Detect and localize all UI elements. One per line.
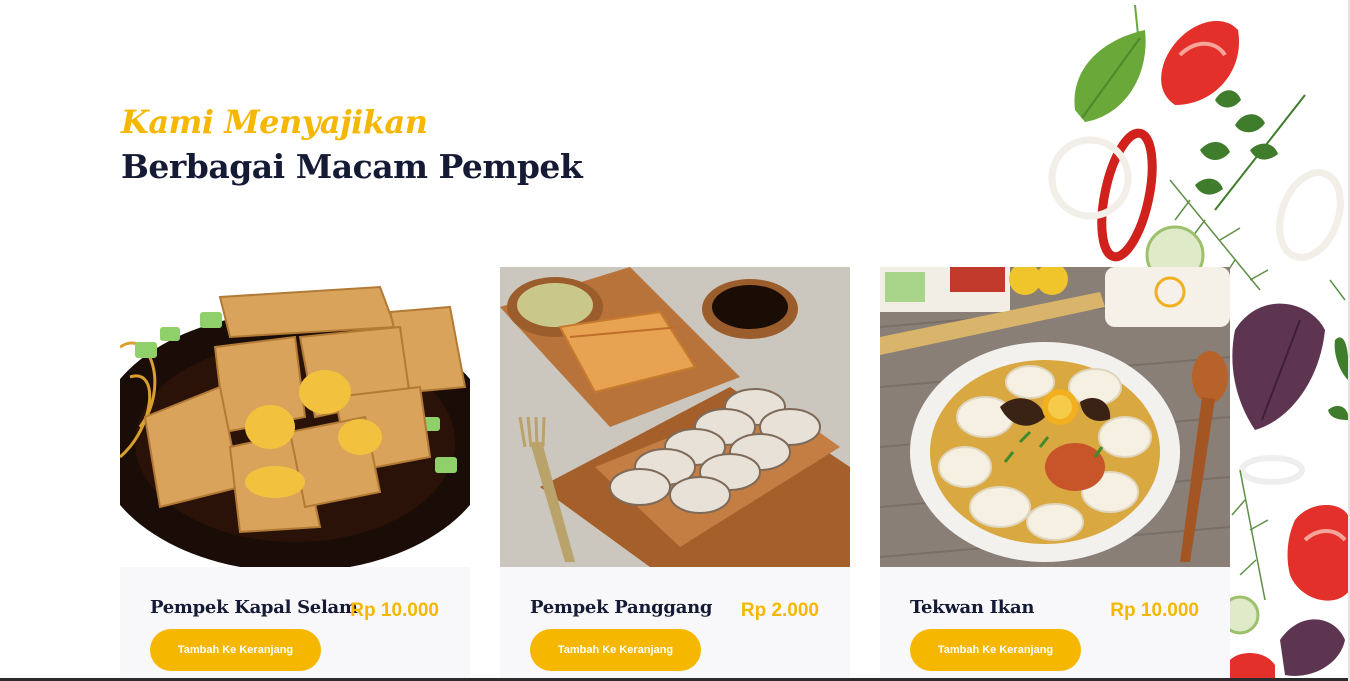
add-to-cart-button[interactable]: Tambah Ke Keranjang [910,629,1081,671]
product-card: Pempek Panggang Rp 2.000 Tambah Ke Keran… [500,267,850,681]
tekwan-ikan-photo [880,267,1230,567]
product-name: Pempek Kapal Selam [150,597,358,618]
pempek-kapal-selam-photo [120,267,470,567]
pempek-panggang-photo [500,267,850,567]
product-price: Rp 2.000 [740,600,819,621]
add-to-cart-button[interactable]: Tambah Ke Keranjang [150,629,321,671]
product-card: Tekwan Ikan Rp 10.000 Tambah Ke Keranjan… [880,267,1230,681]
product-price: Rp 10.000 [1110,600,1199,621]
product-name: Tekwan Ikan [910,597,1035,618]
section-heading: Kami Menyajikan Berbagai Macam Pempek [121,100,583,190]
add-to-cart-button[interactable]: Tambah Ke Keranjang [530,629,701,671]
product-grid: Pempek Kapal Selam Rp 10.000 Tambah Ke K… [120,267,1230,681]
page: Kami Menyajikan Berbagai Macam Pempek Pe… [0,0,1350,681]
product-price: Rp 10.000 [350,600,439,621]
product-name: Pempek Panggang [530,597,713,618]
product-card: Pempek Kapal Selam Rp 10.000 Tambah Ke K… [120,267,470,681]
section-subtitle: Kami Menyajikan [121,103,428,141]
section-title: Berbagai Macam Pempek [121,147,583,186]
